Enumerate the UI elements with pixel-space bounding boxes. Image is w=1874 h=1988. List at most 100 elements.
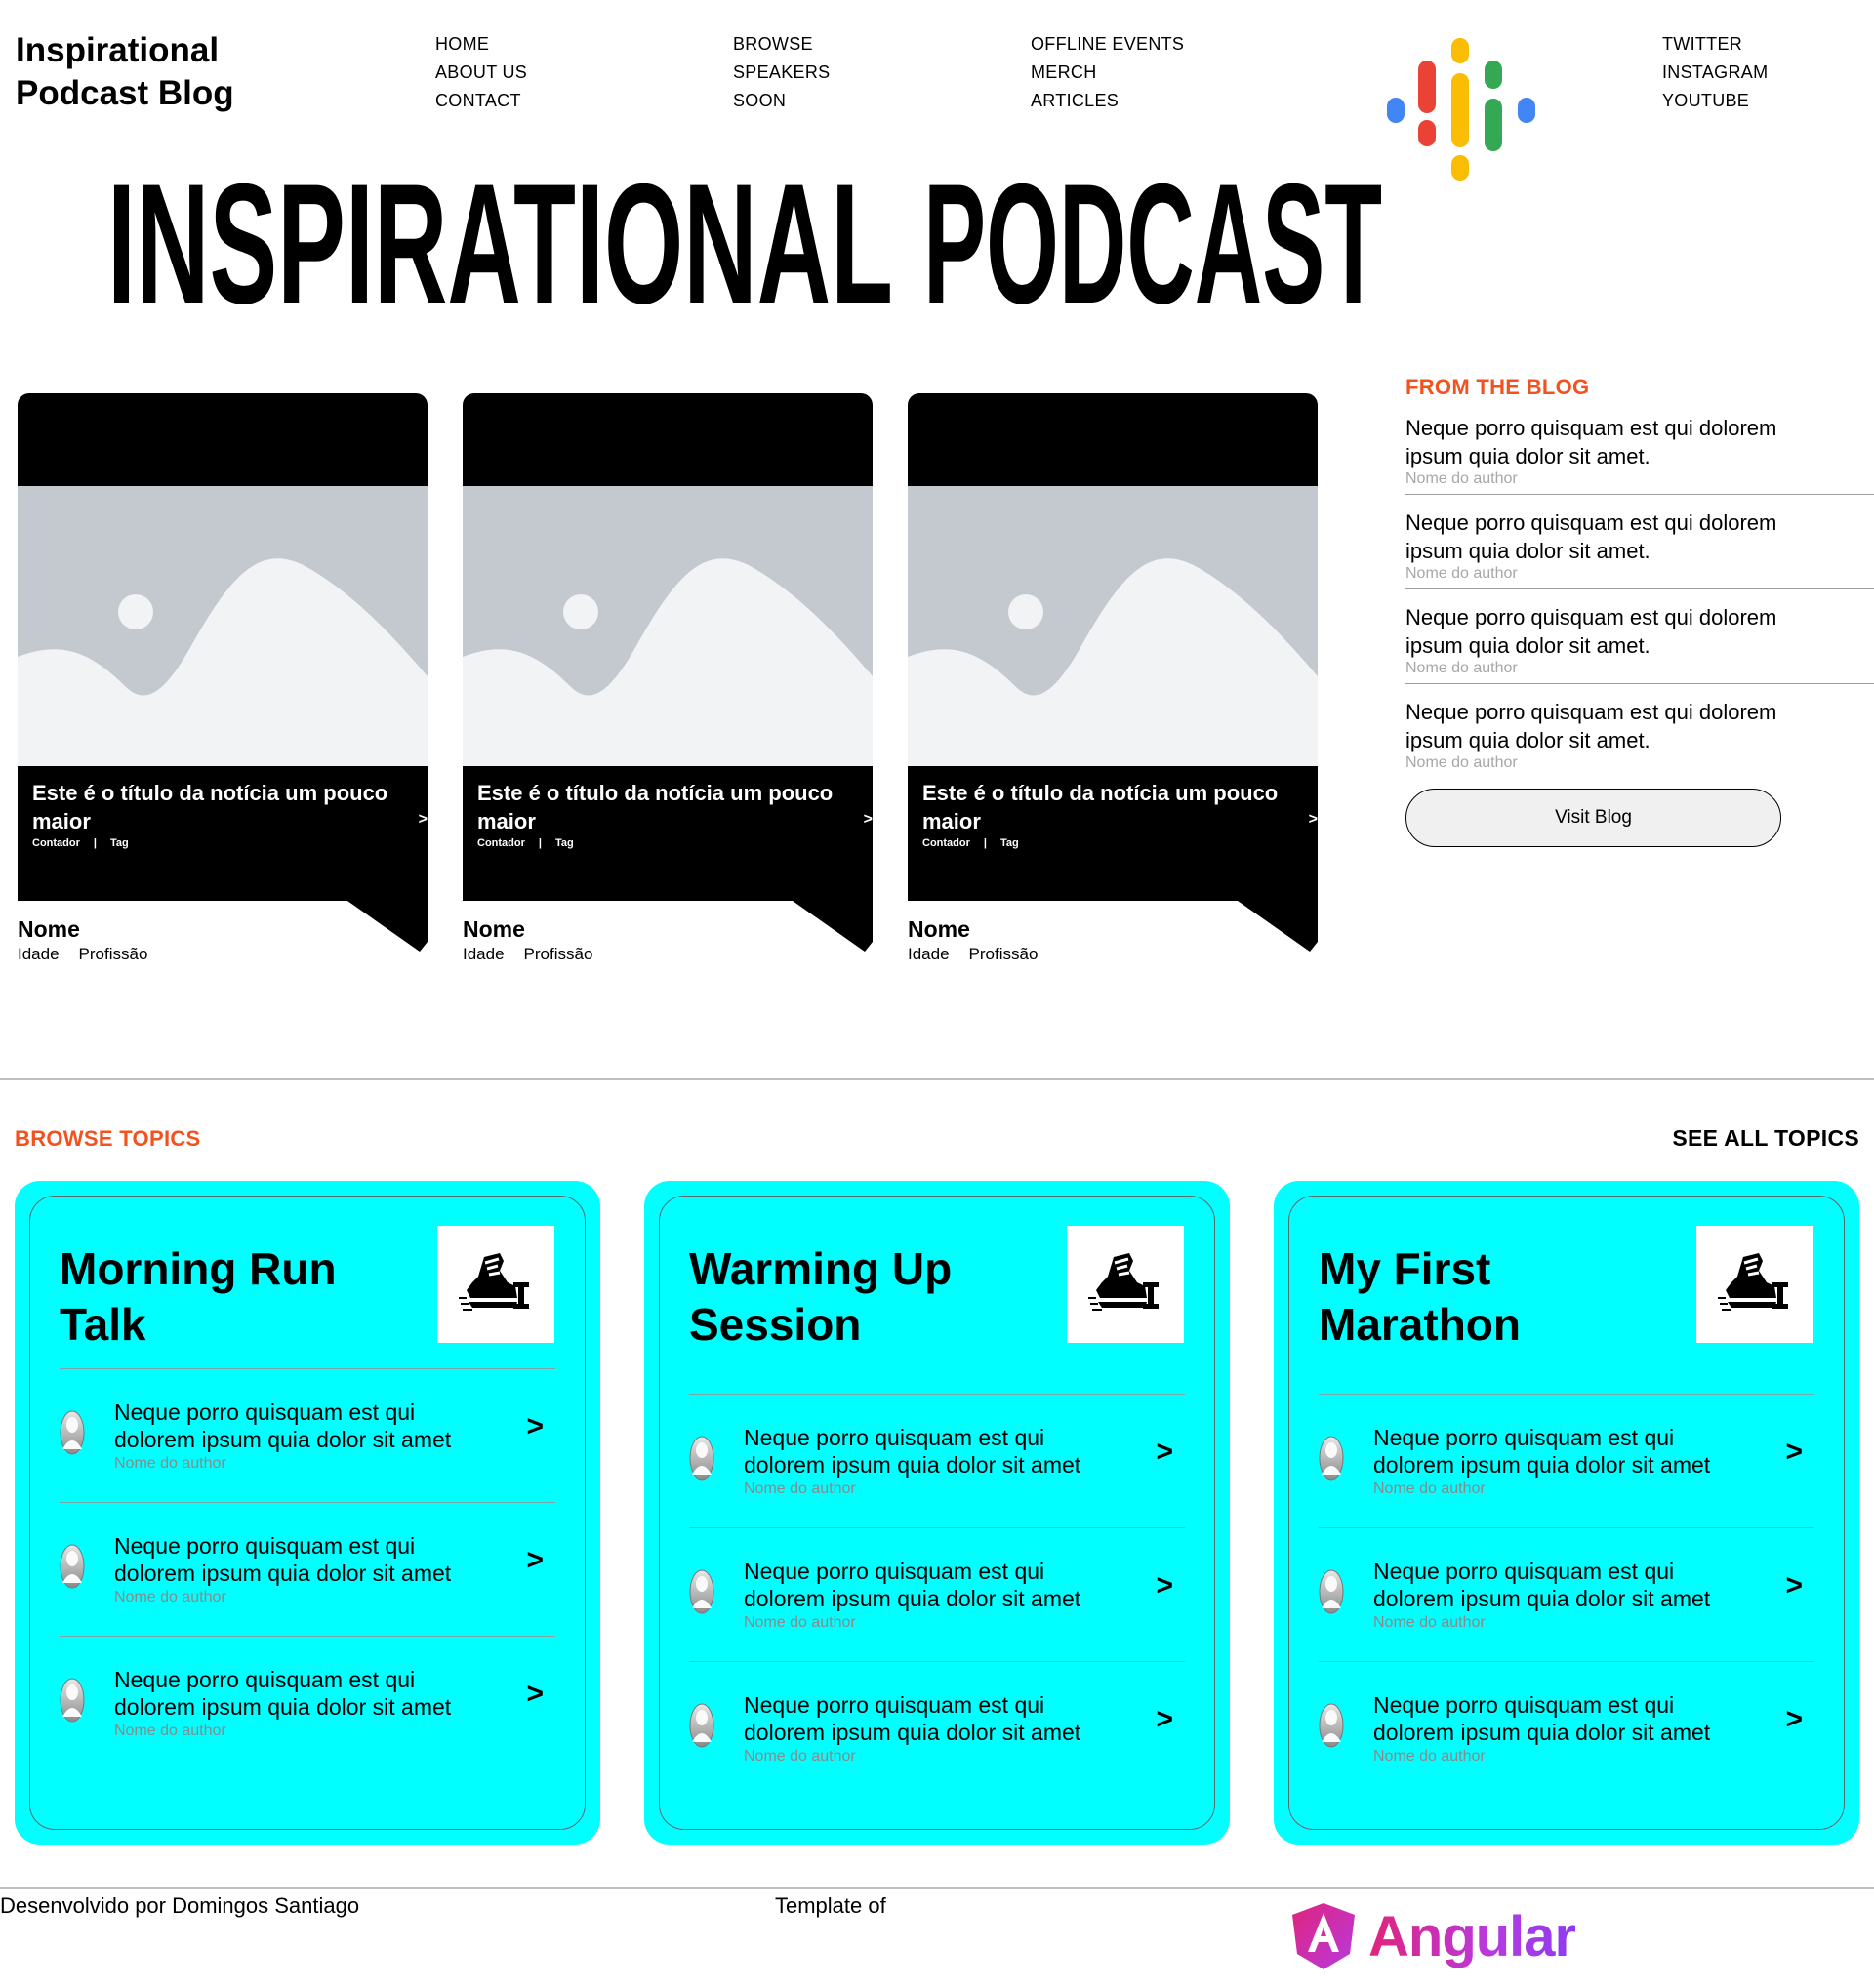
topic-list-item[interactable]: Neque porro quisquam est qui dolorem ips… (60, 1636, 555, 1769)
blog-sidebar: FROM THE BLOG Neque porro quisquam est q… (1406, 375, 1874, 847)
nav-link-contact[interactable]: CONTACT (435, 90, 527, 112)
topic-item-arrow-icon[interactable]: > (526, 1678, 544, 1711)
card-person-name: Nome (463, 916, 525, 942)
brand-title[interactable]: Inspirational Podcast Blog (16, 29, 234, 115)
image-placeholder-icon (18, 486, 428, 766)
card-person-name: Nome (18, 916, 80, 942)
card-arrow-icon[interactable]: > (864, 811, 873, 829)
card-arrow-icon[interactable]: > (1309, 811, 1318, 829)
topic-list: Neque porro quisquam est qui dolorem ips… (689, 1394, 1185, 1795)
topic-item-text: Neque porro quisquam est qui dolorem ips… (1373, 1692, 1711, 1745)
feature-card[interactable]: Este é o título da notícia um pouco maio… (18, 393, 428, 971)
topic-item-author: Nome do author (1373, 1481, 1486, 1497)
blog-list-item[interactable]: Neque porro quisquam est qui dolorem ips… (1406, 495, 1874, 589)
see-all-topics-link[interactable]: SEE ALL TOPICS (1672, 1125, 1859, 1152)
nav-link-home[interactable]: HOME (435, 33, 527, 56)
brand-title-line1: Inspirational (16, 31, 220, 69)
topic-item-text: Neque porro quisquam est qui dolorem ips… (114, 1667, 452, 1720)
angular-logo[interactable]: Angular (1290, 1901, 1576, 1971)
topic-item-arrow-icon[interactable]: > (1156, 1703, 1173, 1736)
blog-item-author: Nome do author (1406, 660, 1518, 676)
topic-list-item[interactable]: Neque porro quisquam est qui dolorem ips… (60, 1368, 555, 1502)
card-person-age: Idade (463, 945, 505, 963)
nav-column-events: OFFLINE EVENTS MERCH ARTICLES (1031, 33, 1184, 112)
nav-link-about-us[interactable]: ABOUT US (435, 61, 527, 84)
feature-card[interactable]: Este é o título da notícia um pouco maio… (908, 393, 1318, 971)
nav-link-instagram[interactable]: INSTAGRAM (1662, 61, 1768, 84)
topic-list-item[interactable]: Neque porro quisquam est qui dolorem ips… (689, 1527, 1185, 1661)
topic-item-author: Nome do author (1373, 1614, 1486, 1631)
topic-list: Neque porro quisquam est qui dolorem ips… (1319, 1394, 1814, 1795)
angular-logo-icon (1292, 1903, 1355, 1969)
nav-link-twitter[interactable]: TWITTER (1662, 33, 1768, 56)
topic-item-arrow-icon[interactable]: > (1785, 1436, 1803, 1469)
visit-blog-button[interactable]: Visit Blog (1406, 789, 1781, 847)
nav-link-soon[interactable]: SOON (733, 90, 830, 112)
card-person-name: Nome (908, 916, 970, 942)
topic-item-text: Neque porro quisquam est qui dolorem ips… (744, 1692, 1081, 1745)
browse-topics-heading: BROWSE TOPICS (15, 1126, 201, 1151)
card-person-details: Idade Profissão (908, 945, 1038, 964)
nav-link-merch[interactable]: MERCH (1031, 61, 1184, 84)
topic-item-arrow-icon[interactable]: > (526, 1544, 544, 1577)
topic-title[interactable]: My First Marathon (1319, 1241, 1690, 1353)
topic-icon-box (1067, 1226, 1184, 1343)
topic-list: Neque porro quisquam est qui dolorem ips… (60, 1368, 555, 1769)
topic-card: Morning Run Talk Neque porro quisquam es… (15, 1181, 600, 1845)
blog-list-item[interactable]: Neque porro quisquam est qui dolorem ips… (1406, 589, 1874, 684)
nav-link-speakers[interactable]: SPEAKERS (733, 61, 830, 84)
nav-link-articles[interactable]: ARTICLES (1031, 90, 1184, 112)
topic-item-text: Neque porro quisquam est qui dolorem ips… (114, 1400, 452, 1452)
blog-item-author: Nome do author (1406, 470, 1518, 487)
card-separator: | (538, 837, 542, 849)
feature-card[interactable]: Este é o título da notícia um pouco maio… (463, 393, 873, 971)
card-category: Contador (477, 837, 525, 849)
nav-link-offline-events[interactable]: OFFLINE EVENTS (1031, 33, 1184, 56)
topic-list-item[interactable]: Neque porro quisquam est qui dolorem ips… (60, 1502, 555, 1636)
card-tag: Tag (109, 837, 129, 849)
card-header-band (463, 393, 873, 486)
running-shoe-icon (1088, 1253, 1159, 1311)
topic-list-item[interactable]: Neque porro quisquam est qui dolorem ips… (689, 1661, 1185, 1795)
blog-list-item[interactable]: Neque porro quisquam est qui dolorem ips… (1406, 684, 1874, 779)
topic-item-author: Nome do author (114, 1589, 226, 1605)
topic-title[interactable]: Warming Up Session (689, 1241, 1060, 1353)
developer-credit: Desenvolvido por Domingos Santiago (0, 1893, 360, 1918)
topic-item-author: Nome do author (744, 1481, 856, 1497)
avatar (60, 1544, 85, 1589)
topic-card: My First Marathon Neque porro quisquam e… (1274, 1181, 1859, 1845)
blog-item-text: Neque porro quisquam est qui dolorem ips… (1406, 416, 1777, 468)
card-person-age: Idade (18, 945, 60, 963)
topic-title[interactable]: Morning Run Talk (60, 1241, 430, 1353)
topic-item-arrow-icon[interactable]: > (526, 1410, 544, 1443)
topic-list-item[interactable]: Neque porro quisquam est qui dolorem ips… (1319, 1394, 1814, 1527)
card-category: Contador (32, 837, 80, 849)
card-title: Este é o título da notícia um pouco maio… (477, 781, 834, 833)
topic-item-arrow-icon[interactable]: > (1156, 1436, 1173, 1469)
topic-item-text: Neque porro quisquam est qui dolorem ips… (114, 1533, 452, 1586)
topic-item-arrow-icon[interactable]: > (1156, 1569, 1173, 1603)
blog-list-item[interactable]: Neque porro quisquam est qui dolorem ips… (1406, 400, 1874, 495)
card-header-band (18, 393, 428, 486)
topic-item-text: Neque porro quisquam est qui dolorem ips… (1373, 1425, 1711, 1478)
topic-item-arrow-icon[interactable]: > (1785, 1703, 1803, 1736)
blog-item-author: Nome do author (1406, 754, 1518, 771)
nav-link-browse[interactable]: BROWSE (733, 33, 830, 56)
card-person-profession: Profissão (78, 945, 148, 963)
image-placeholder-icon (463, 486, 873, 766)
topic-list-item[interactable]: Neque porro quisquam est qui dolorem ips… (689, 1394, 1185, 1527)
avatar (60, 1410, 85, 1455)
card-title: Este é o título da notícia um pouco maio… (922, 781, 1279, 833)
topic-list-item[interactable]: Neque porro quisquam est qui dolorem ips… (1319, 1527, 1814, 1661)
card-arrow-icon[interactable]: > (419, 811, 428, 829)
running-shoe-icon (459, 1253, 529, 1311)
nav-link-youtube[interactable]: YOUTUBE (1662, 90, 1768, 112)
topic-item-arrow-icon[interactable]: > (1785, 1569, 1803, 1603)
nav-column-browse: BROWSE SPEAKERS SOON (733, 33, 830, 112)
angular-wordmark: Angular (1368, 1904, 1576, 1968)
topic-list-item[interactable]: Neque porro quisquam est qui dolorem ips… (1319, 1661, 1814, 1795)
topic-item-author: Nome do author (1373, 1748, 1486, 1765)
card-tag: Tag (999, 837, 1019, 849)
card-header-band (908, 393, 1318, 486)
topic-item-author: Nome do author (744, 1614, 856, 1631)
